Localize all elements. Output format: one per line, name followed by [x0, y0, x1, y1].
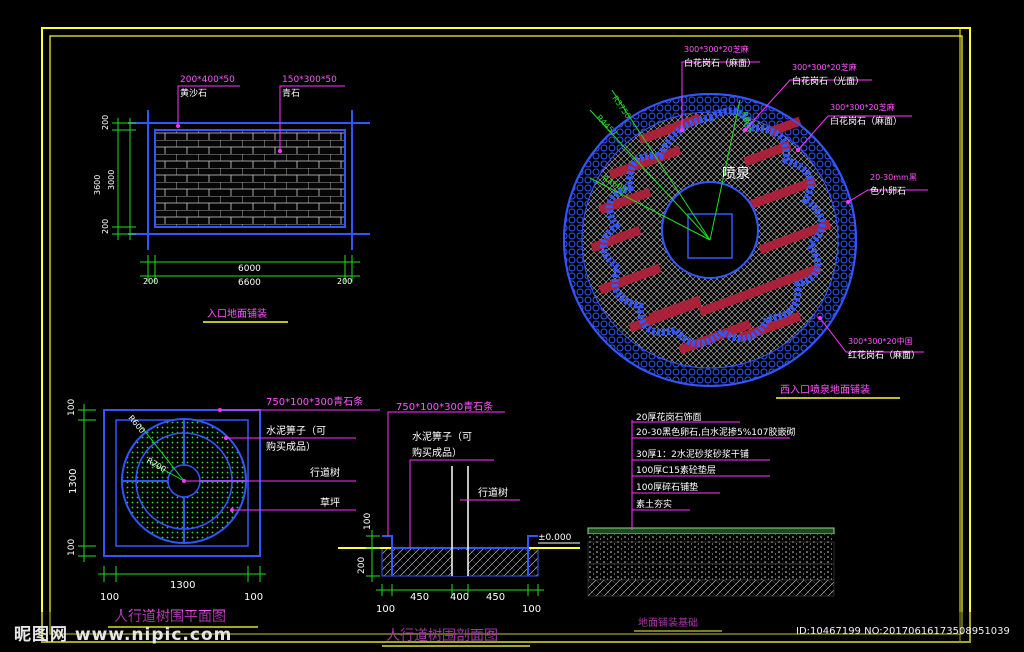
fountain-title: 西入口喷泉地面铺装 [780, 383, 870, 396]
cad-drawing: 200*400*50 黄沙石 150*300*50 青石 200 3000 36… [0, 27, 1024, 652]
tree-plan: R600 R200 100 1300 100 100 1300 100 750*… [67, 395, 380, 628]
foundation-section: 20厚花岗石饰面 20-30黑色卵石,白水泥掺5%107胶嵌砌 30厚1：2水泥… [587, 411, 835, 632]
tree-section-level: ±0.000 [538, 533, 572, 543]
tree-section-dim-3: 400 [450, 592, 469, 603]
fountain-label-1-mat: 白花岗石（麻面） [684, 57, 756, 69]
tree-plan-dim-left-1: 100 [67, 399, 77, 416]
tree-section-label-3: 购买成品） [412, 446, 462, 459]
tree-section-dim-4: 450 [486, 592, 505, 603]
tree-plan-dim-bottom-1: 100 [100, 592, 119, 603]
plan-dim-left-4: 200 [101, 219, 110, 234]
tree-plan-label-2: 水泥箅子（可 [266, 424, 326, 437]
plan-dim-bottom-inner: 6000 [238, 264, 261, 274]
tree-section-label-2: 水泥箅子（可 [412, 430, 472, 443]
tree-plan-label-5: 草坪 [320, 496, 340, 509]
plan-dim-left-1: 200 [101, 115, 110, 130]
tree-section-dim-2: 450 [410, 592, 429, 603]
fountain-center-label: 喷泉 [722, 165, 750, 182]
foundation-layer-6: 素土夯实 [636, 498, 672, 510]
plan-dim-left-2: 3000 [107, 170, 116, 190]
fountain-label-5-mat: 红花岗石（麻面） [848, 349, 920, 361]
tree-section-label-4: 行道树 [478, 486, 508, 499]
fountain-basin [661, 181, 759, 279]
plan-dim-bottom-1: 200 [143, 277, 158, 286]
fountain-label-4-dim: 20-30mm黑 [870, 173, 917, 182]
plan-material-1: 黄沙石 [180, 87, 207, 99]
fountain-label-2-dim: 300*300*20芝麻 [792, 62, 857, 72]
tree-section-label-1: 750*100*300青石条 [396, 400, 493, 413]
fountain-label-5-dim: 300*300*20中国 [848, 336, 913, 346]
fountain-label-2-mat: 白花岗石（光面） [792, 75, 864, 87]
plan-dim-left-3: 3600 [93, 175, 102, 195]
tree-plan-dim-bottom-3: 100 [244, 592, 263, 603]
brick-field [154, 129, 346, 228]
plan-dim-top-2: 150*300*50 [282, 75, 337, 85]
plan-material-2: 青石 [282, 87, 300, 99]
tree-plan-label-1: 750*100*300青石条 [266, 395, 363, 408]
plan-dim-top-1: 200*400*50 [180, 75, 235, 85]
fountain-label-3-mat: 白花岗石（麻面） [830, 115, 902, 127]
foundation-layer-1: 20厚花岗石饰面 [636, 411, 701, 423]
foundation-layer-2: 20-30黑色卵石,白水泥掺5%107胶嵌砌 [636, 426, 795, 438]
fountain-label-3-dim: 300*300*20芝麻 [830, 102, 895, 112]
tree-plan-radius-1: R600 [126, 414, 146, 436]
tree-section-dim-left-2: 100 [363, 513, 373, 530]
plan-title: 入口地面铺装 [207, 307, 267, 320]
tree-section-dim-left-1: 200 [357, 557, 367, 574]
watermark-id: ID:10467199 NO:20170616173508951039 [796, 626, 1010, 637]
tree-section: 200 100 750*100*300青石条 水泥箅子（可 购买成品） 行道树 … [338, 400, 580, 647]
fountain-label-1-dim: 300*300*20芝麻 [684, 44, 749, 54]
watermark-site: 昵图网 www.nipic.com [14, 625, 233, 645]
fountain-plan: R3750 R4457 R4600 R800 喷泉 300*300*20芝麻 白… [563, 44, 928, 399]
plan-dim-bottom-2: 6600 [238, 278, 261, 288]
fountain-radius-1: R3750 [610, 94, 632, 120]
fountain-radius-2: R4457 [595, 113, 619, 138]
tree-plan-dim-bottom-2: 1300 [170, 580, 195, 591]
tree-plan-label-4: 行道树 [310, 466, 340, 479]
plan-dim-bottom-3: 200 [337, 277, 352, 286]
foundation-layer-3: 30厚1：2水泥砂浆砂浆干铺 [636, 448, 749, 460]
foundation-layer-4: 100厚C15素砼垫层 [636, 464, 716, 476]
tree-plan-dim-left-2: 1300 [68, 469, 79, 494]
fountain-label-4-mat: 色小卵石 [870, 185, 906, 197]
foundation-layer-5: 100厚碎石铺垫 [636, 481, 698, 493]
plan-paving: 200*400*50 黄沙石 150*300*50 青石 200 3000 36… [93, 75, 370, 323]
tree-plan-dim-left-3: 100 [67, 539, 77, 556]
tree-plan-label-3: 购买成品） [266, 440, 316, 453]
